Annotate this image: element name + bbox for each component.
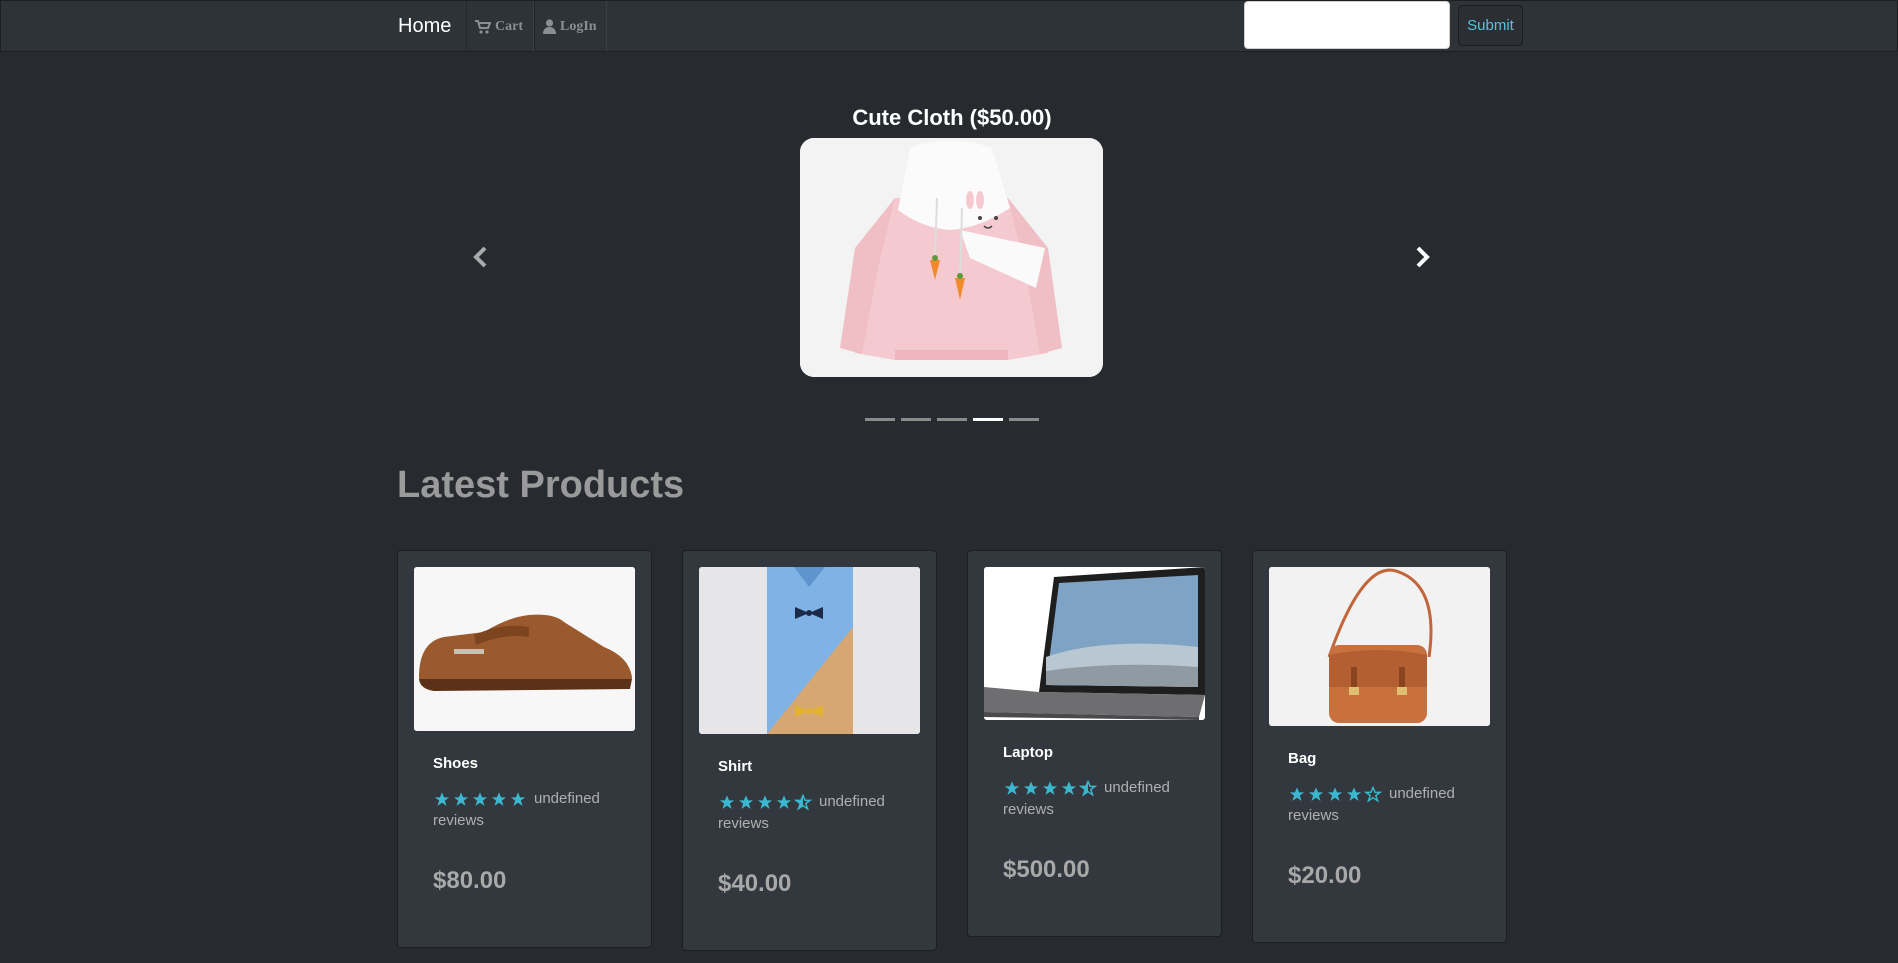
- carousel-indicators: [865, 418, 1045, 421]
- product-image[interactable]: [414, 567, 635, 731]
- product-price: $80.00: [433, 867, 507, 894]
- product-carousel: Cute Cloth ($50.00): [397, 52, 1507, 432]
- star-full-icon: [719, 794, 735, 809]
- star-half-icon: [1079, 779, 1097, 797]
- search-input[interactable]: [1244, 1, 1450, 49]
- product-price: $500.00: [1003, 856, 1090, 883]
- carousel-indicator[interactable]: [1009, 418, 1039, 421]
- carousel-next-button[interactable]: [1403, 237, 1443, 277]
- product-image[interactable]: [699, 567, 920, 734]
- rating-stars: [1003, 779, 1098, 797]
- star-full-icon: [453, 791, 469, 806]
- shoe-image: [414, 567, 635, 731]
- product-image[interactable]: [1269, 567, 1490, 726]
- star-half-icon: [794, 793, 812, 811]
- star-full-icon: [1346, 786, 1362, 801]
- login-link[interactable]: LogIn: [534, 1, 607, 52]
- carousel-indicator[interactable]: [937, 418, 967, 421]
- login-label: LogIn: [560, 18, 597, 34]
- star-full-icon: [1061, 780, 1077, 795]
- shirt-image: [699, 567, 920, 734]
- star-full-icon: [1042, 780, 1058, 795]
- product-card[interactable]: Bag undefined reviews $20.00: [1252, 550, 1507, 943]
- star-full-icon: [1327, 786, 1343, 801]
- product-rating: undefined reviews: [433, 788, 623, 832]
- star-full-icon: [776, 794, 792, 809]
- star-full-icon: [1289, 786, 1305, 801]
- star-full-icon: [757, 794, 773, 809]
- star-full-icon: [472, 791, 488, 806]
- product-title[interactable]: Shirt: [718, 758, 752, 775]
- submit-button[interactable]: Submit: [1458, 5, 1523, 46]
- user-icon: [543, 19, 556, 34]
- star-full-icon: [1004, 780, 1020, 795]
- product-rating: undefined reviews: [1003, 777, 1193, 821]
- product-price: $20.00: [1288, 862, 1362, 889]
- product-card[interactable]: Shirt undefined reviews $40.00: [682, 550, 937, 951]
- section-title: Latest Products: [397, 464, 685, 506]
- bag-image: [1269, 567, 1490, 726]
- star-full-icon: [510, 791, 526, 806]
- product-price: $40.00: [718, 870, 792, 897]
- chevron-right-icon: [1416, 246, 1430, 268]
- laptop-image: [984, 567, 1205, 720]
- product-card[interactable]: Laptop undefined reviews $500.00: [967, 550, 1222, 937]
- product-card[interactable]: Shoes undefined reviews $80.00: [397, 550, 652, 948]
- star-full-icon: [1023, 780, 1039, 795]
- slide-caption[interactable]: Cute Cloth ($50.00): [397, 105, 1507, 131]
- rating-stars: [1288, 785, 1383, 803]
- carousel-indicator[interactable]: [865, 418, 895, 421]
- carousel-indicator-active[interactable]: [973, 418, 1003, 421]
- product-image[interactable]: [984, 567, 1205, 720]
- product-title[interactable]: Shoes: [433, 755, 478, 772]
- carousel-prev-button[interactable]: [460, 237, 500, 277]
- product-rating: undefined reviews: [1288, 783, 1478, 827]
- star-full-icon: [434, 791, 450, 806]
- carousel-indicator[interactable]: [901, 418, 931, 421]
- star-full-icon: [738, 794, 754, 809]
- cart-icon: [475, 19, 491, 34]
- product-title[interactable]: Bag: [1288, 750, 1316, 767]
- rating-stars: [433, 791, 528, 808]
- navbar: Home Cart LogIn Submit: [0, 0, 1898, 52]
- product-title[interactable]: Laptop: [1003, 744, 1053, 761]
- slide-image-hoodie[interactable]: [800, 138, 1103, 377]
- cart-link[interactable]: Cart: [466, 1, 534, 52]
- rating-stars: [718, 793, 813, 811]
- chevron-left-icon: [473, 246, 487, 268]
- hoodie-image: [800, 138, 1103, 377]
- product-rating: undefined reviews: [718, 791, 908, 835]
- home-link[interactable]: Home: [398, 15, 451, 38]
- star-empty-icon: [1364, 785, 1382, 803]
- star-full-icon: [1308, 786, 1324, 801]
- cart-label: Cart: [495, 18, 523, 34]
- star-full-icon: [491, 791, 507, 806]
